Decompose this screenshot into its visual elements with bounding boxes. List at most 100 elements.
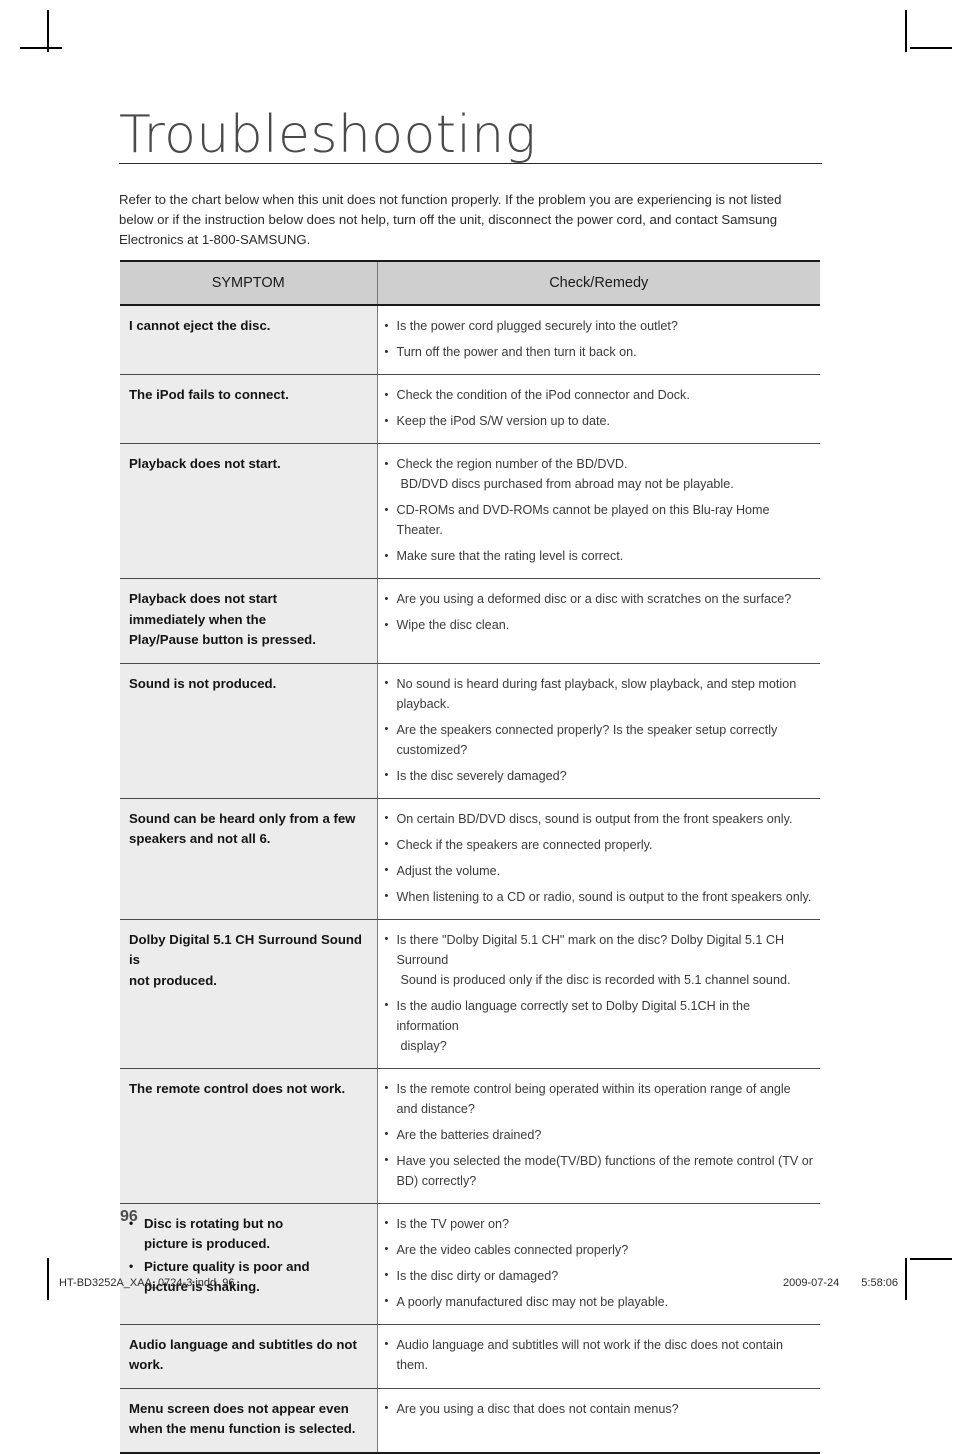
symptom-cell: The iPod fails to connect. [120,374,378,444]
remedy-bullet-line: Is the disc dirty or damaged? [396,1268,559,1283]
symptom-line: The iPod fails to connect. [129,387,289,402]
remedy-bullet-item: No sound is heard during fast playback, … [385,673,815,714]
remedy-bullet-line: BD/DVD discs purchased from abroad may n… [400,477,734,491]
remedy-bullet-list: Is the remote control being operated wit… [385,1078,815,1191]
symptom-line: Play/Pause button is pressed. [129,632,316,647]
remedy-bullet-item: Is the audio language correctly set to D… [385,995,815,1056]
remedy-cell: Are you using a deformed disc or a disc … [377,578,820,664]
remedy-bullet-line: Are the batteries drained? [396,1127,542,1142]
remedy-bullet-line: Wipe the disc clean. [396,618,510,632]
table-row: Playback does not start immediately when … [120,578,820,664]
remedy-bullet-list: Check the region number of the BD/DVD. BD… [385,454,815,566]
symptom-bullet-line: Picture quality is poor and [144,1258,310,1274]
remedy-bullet-line: When listening to a CD or radio, sound i… [396,889,812,904]
remedy-bullet-item: Make sure that the rating level is corre… [385,546,815,566]
remedy-bullet-line: Audio language and subtitles will not wo… [396,1337,783,1372]
remedy-bullet-item: Keep the iPod S/W version up to date. [385,411,815,431]
footer-time: 5:58:06 [861,1277,898,1289]
remedy-bullet-list: On certain BD/DVD discs, sound is output… [385,808,815,907]
table-row: Menu screen does not appear even when the… [120,1388,820,1454]
remedy-bullet-line: Are the video cables connected properly? [396,1242,629,1257]
column-header-remedy: Check/Remedy [377,260,820,306]
remedy-bullet-list: Is the TV power on? Are the video cables … [385,1213,815,1312]
symptom-line: when the menu function is selected. [129,1421,356,1436]
remedy-cell: No sound is heard during fast playback, … [377,663,820,799]
remedy-bullet-item: Have you selected the mode(TV/BD) functi… [385,1150,815,1191]
symptom-cell: Audio language and subtitles do not work… [120,1324,378,1389]
remedy-bullet-item: CD-ROMs and DVD-ROMs cannot be played on… [385,500,815,540]
symptom-line: Sound is not produced. [129,675,277,691]
remedy-bullet-item: Are you using a disc that does not conta… [385,1398,815,1419]
remedy-bullet-item: Check the condition of the iPod connecto… [385,385,815,405]
remedy-bullet-line: Is the disc severely damaged? [396,768,567,783]
symptom-cell: Sound is not produced. [120,663,378,799]
remedy-bullet-item: On certain BD/DVD discs, sound is output… [385,808,815,829]
remedy-bullet-item: A poorly manufactured disc may not be pl… [385,1291,815,1312]
symptom-cell: Playback does not start. [120,443,378,579]
remedy-bullet-item: Is the TV power on? [385,1213,815,1234]
remedy-bullet-list: Are you using a deformed disc or a disc … [385,589,815,635]
column-header-symptom: SYMPTOM [120,260,378,306]
symptom-line: Dolby Digital 5.1 CH Surround Sound is [129,931,362,968]
remedy-bullet-line: No sound is heard during fast playback, … [396,676,797,711]
remedy-bullet-list: Are you using a disc that does not conta… [385,1398,815,1419]
symptom-line: not produced. [129,972,217,988]
symptom-bullet-line: Disc is rotating but no [144,1215,284,1231]
remedy-bullet-line: Is the audio language correctly set to D… [396,998,751,1033]
symptom-line: immediately when the [129,611,267,627]
remedy-bullet-line: Sound is produced only if the disc is re… [400,972,791,987]
remedy-cell: Check the region number of the BD/DVD. BD… [377,443,820,579]
page-number: 96 [120,1208,138,1225]
symptom-cell: Disc is rotating but no picture is produc… [120,1203,378,1325]
table-row: The iPod fails to connect. Check the cond… [120,374,820,444]
footer-date: 2009-07-24 [783,1277,840,1289]
remedy-bullet-line: A poorly manufactured disc may not be pl… [396,1294,669,1309]
symptom-cell: Playback does not start immediately when … [120,578,378,664]
remedy-bullet-item: Check if the speakers are connected prop… [385,834,815,855]
troubleshooting-table: SYMPTOM Check/Remedy I cannot eject the … [120,260,820,1454]
remedy-bullet-item: Audio language and subtitles will not wo… [385,1334,815,1375]
remedy-bullet-line: Check the condition of the iPod connecto… [396,388,690,402]
symptom-line: Menu screen does not appear even [129,1400,349,1416]
table-row: The remote control does not work. Is the … [120,1068,820,1204]
footer-filename: HT-BD3252A_XAA_0724-3.indd [59,1277,217,1289]
remedy-bullet-item: Is the disc dirty or damaged? [385,1265,815,1286]
remedy-bullet-item: Wipe the disc clean. [385,615,815,635]
remedy-bullet-line: Turn off the power and then turn it back… [396,345,637,359]
table-row: Audio language and subtitles do not work… [120,1324,820,1389]
remedy-cell: Is the TV power on? Are the video cables … [377,1203,820,1325]
remedy-bullet-line: Make sure that the rating level is corre… [396,549,624,563]
remedy-cell: Check the condition of the iPod connecto… [377,374,820,444]
title-underline-rule [119,163,822,164]
remedy-cell: Is the power cord plugged securely into … [377,305,820,375]
remedy-bullet-line: Have you selected the mode(TV/BD) functi… [396,1153,813,1188]
remedy-bullet-item: Turn off the power and then turn it back… [385,342,815,362]
remedy-bullet-line: Is the remote control being operated wit… [396,1081,791,1116]
footer-file-info: HT-BD3252A_XAA_0724-3.indd 96 [59,1277,235,1289]
symptom-bullet-item: Disc is rotating but no picture is produc… [129,1213,369,1255]
symptom-line: Playback does not start. [129,456,281,471]
symptom-line: Audio language and subtitles do not work… [129,1336,357,1373]
footer-page: 96 [222,1277,235,1289]
remedy-bullet-item: Is the disc severely damaged? [385,765,815,786]
remedy-bullet-line: Is the TV power on? [396,1216,509,1231]
symptom-cell: Sound can be heard only from a few speake… [120,798,378,920]
symptom-line: The remote control does not work. [129,1080,346,1096]
remedy-bullet-list: No sound is heard during fast playback, … [385,673,815,786]
page-title: Troubleshooting [119,105,537,165]
remedy-bullet-list: Is the power cord plugged securely into … [385,316,815,362]
remedy-bullet-line: Adjust the volume. [396,863,501,878]
remedy-bullet-line: On certain BD/DVD discs, sound is output… [396,811,793,826]
remedy-bullet-line: Check if the speakers are connected prop… [396,837,653,852]
table-row: Sound can be heard only from a few speake… [120,798,820,920]
remedy-cell: Audio language and subtitles will not wo… [377,1324,820,1389]
remedy-cell: Are you using a disc that does not conta… [377,1388,820,1454]
table-row: Sound is not produced. No sound is heard … [120,663,820,799]
symptom-line: speakers and not all 6. [129,831,271,846]
table-row: Dolby Digital 5.1 CH Surround Sound is no… [120,919,820,1069]
symptom-cell: The remote control does not work. [120,1068,378,1204]
symptom-cell: Menu screen does not appear even when the… [120,1388,378,1454]
remedy-bullet-line: Are you using a disc that does not conta… [396,1401,679,1416]
remedy-bullet-line: Is there "Dolby Digital 5.1 CH" mark on … [396,932,785,967]
intro-paragraph: Refer to the chart below when this unit … [119,192,782,247]
